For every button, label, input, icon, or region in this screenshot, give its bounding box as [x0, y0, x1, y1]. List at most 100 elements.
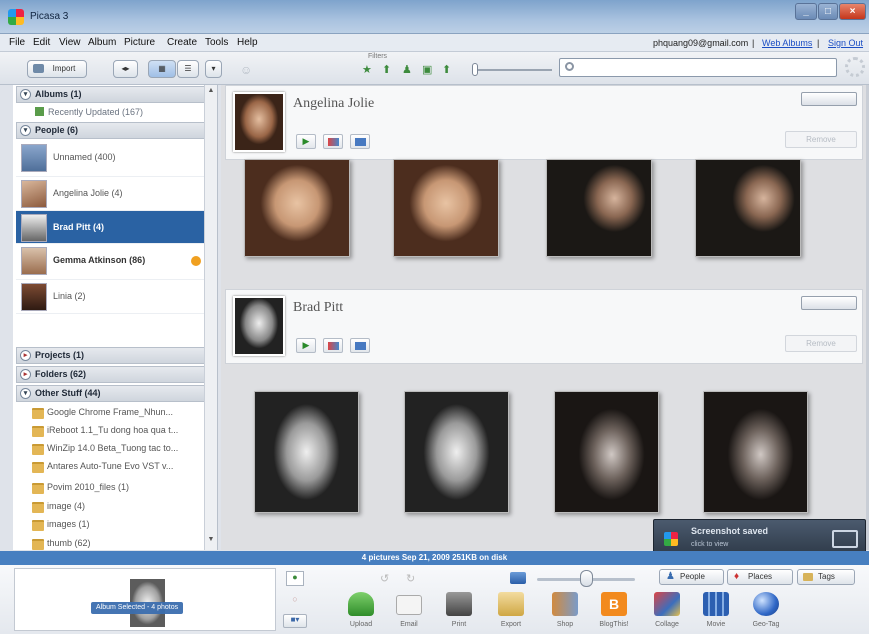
filter-geo-icon[interactable]: ⬆	[442, 63, 456, 77]
photo-thumbnail[interactable]	[703, 391, 808, 513]
people-filter-icon[interactable]: ☺	[240, 63, 262, 77]
tags-tab-button[interactable]: Tags	[797, 569, 855, 585]
photo-thumbnail[interactable]	[254, 391, 359, 513]
menu-help[interactable]: Help	[237, 37, 258, 48]
folder-item[interactable]: Povim 2010_files (1)	[32, 480, 212, 495]
person-brad-pitt[interactable]: Brad Pitt (4)	[16, 211, 205, 244]
person-linia[interactable]: Linia (2)	[16, 280, 205, 314]
movie-create-button[interactable]: Movie	[692, 566, 740, 634]
person-label: Linia (2)	[53, 291, 86, 301]
person-unnamed[interactable]: Unnamed (400)	[16, 141, 205, 177]
folder-item[interactable]: thumb (62)	[32, 536, 212, 551]
photo-thumbnail[interactable]	[546, 159, 652, 257]
collage-button[interactable]	[323, 134, 343, 149]
grid-view-button[interactable]: ▦	[148, 60, 176, 78]
list-view-button[interactable]: ☰	[177, 60, 199, 78]
movie-label: Movie	[706, 621, 726, 628]
view-toggle-button[interactable]: ◂▸	[113, 60, 138, 78]
filter-slider-handle[interactable]	[472, 63, 478, 76]
sign-out-link[interactable]: Sign Out	[828, 38, 863, 48]
shop-button[interactable]: Shop	[541, 566, 589, 634]
settings-gear-icon[interactable]	[845, 57, 865, 77]
filter-person-icon[interactable]: ♟	[402, 63, 416, 77]
menu-create[interactable]: Create	[167, 37, 197, 48]
close-button[interactable]: ×	[839, 3, 866, 20]
menu-album[interactable]: Album	[88, 37, 116, 48]
album-selected-label: Album Selected - 4 photos	[91, 602, 184, 614]
email-icon	[396, 595, 422, 615]
menu-edit[interactable]: Edit	[33, 37, 50, 48]
search-input[interactable]	[559, 58, 837, 77]
export-folder-icon	[498, 592, 524, 616]
photo-thumbnail[interactable]	[554, 391, 659, 513]
photo-thumbnail[interactable]	[393, 159, 499, 257]
album-recently-updated[interactable]: Recently Updated (167)	[35, 107, 224, 117]
minimize-button[interactable]: _	[795, 3, 817, 20]
folder-item[interactable]: Google Chrome Frame_Nhun...	[32, 405, 212, 420]
folder-item[interactable]: iReboot 1.1_Tu dong hoa qua t...	[32, 423, 212, 438]
filter-date-slider[interactable]	[474, 69, 552, 71]
sidebar-scrollbar[interactable]: ▲ ▼	[204, 85, 217, 550]
folder-item[interactable]: images (1)	[32, 517, 212, 532]
movie-film-icon	[703, 592, 729, 616]
menu-view[interactable]: View	[59, 37, 81, 48]
play-slideshow-button[interactable]: ▶	[296, 134, 316, 149]
collage-icon	[328, 342, 339, 350]
folders-section-header[interactable]: ▸ Folders (62)	[16, 366, 215, 383]
menu-file[interactable]: File	[9, 37, 25, 48]
print-button[interactable]: Print	[435, 566, 483, 634]
projects-section-header[interactable]: ▸ Projects (1)	[16, 347, 215, 364]
person-label: Brad Pitt (4)	[53, 222, 105, 232]
albums-section-header[interactable]: ▾ Albums (1)	[16, 86, 215, 103]
view-menu-button[interactable]: ▾	[205, 60, 222, 78]
tray-clear-button[interactable]: ○	[286, 594, 304, 606]
geotag-button[interactable]: Geo-Tag	[742, 566, 790, 634]
web-albums-link[interactable]: Web Albums	[762, 38, 812, 48]
tray-pin-button[interactable]: ●	[286, 571, 304, 586]
menu-tools[interactable]: Tools	[205, 37, 228, 48]
remove-button[interactable]: Remove	[785, 131, 857, 148]
view-size-toggle[interactable]	[801, 296, 857, 310]
upload-button[interactable]: Upload	[337, 566, 385, 634]
collage-button[interactable]	[323, 338, 343, 353]
avatar	[21, 180, 47, 208]
folder-item[interactable]: Antares Auto-Tune Evo VST v...	[32, 459, 212, 474]
maximize-button[interactable]: □	[818, 3, 838, 20]
blogger-icon: B	[601, 592, 627, 616]
photo-thumbnail[interactable]	[404, 391, 509, 513]
upload-label: Upload	[349, 621, 373, 628]
photo-tray-selection[interactable]: Album Selected - 4 photos	[14, 568, 276, 631]
shop-label: Shop	[556, 621, 574, 628]
filter-movie-icon[interactable]: ▣	[422, 63, 436, 77]
scroll-up-arrow-icon[interactable]: ▲	[206, 87, 216, 97]
person-gemma-atkinson[interactable]: Gemma Atkinson (86)	[16, 244, 205, 280]
view-size-toggle[interactable]	[801, 92, 857, 106]
photo-thumbnail[interactable]	[244, 159, 350, 257]
blogthis-button[interactable]: B BlogThis!	[590, 566, 638, 634]
email-button[interactable]: Email	[385, 566, 433, 634]
export-button[interactable]: Export	[487, 566, 535, 634]
folder-item[interactable]: WinZip 14.0 Beta_Tuong tac to...	[32, 441, 212, 456]
menu-picture[interactable]: Picture	[124, 37, 155, 48]
remove-button[interactable]: Remove	[785, 335, 857, 352]
people-section-header[interactable]: ▾ People (6)	[16, 122, 215, 139]
movie-button[interactable]	[350, 134, 370, 149]
tray-menu-button[interactable]: ■▾	[283, 614, 307, 628]
upload-icon	[348, 592, 374, 616]
import-button[interactable]: Import	[27, 60, 87, 78]
folder-item[interactable]: image (4)	[32, 499, 212, 514]
filter-upload-icon[interactable]: ⬆	[382, 63, 396, 77]
tags-tab-label: Tags	[818, 572, 835, 581]
person-group-header: Brad Pitt ▶ Remove	[225, 289, 863, 364]
collage-create-button[interactable]: Collage	[643, 566, 691, 634]
avatar	[21, 144, 47, 172]
separator: |	[817, 38, 820, 48]
filter-star-icon[interactable]: ★	[362, 63, 376, 77]
photo-thumbnail[interactable]	[695, 159, 801, 257]
play-slideshow-button[interactable]: ▶	[296, 338, 316, 353]
other-stuff-section-header[interactable]: ▾ Other Stuff (44)	[16, 385, 215, 402]
person-angelina-jolie[interactable]: Angelina Jolie (4)	[16, 177, 205, 211]
scroll-down-arrow-icon[interactable]: ▼	[206, 536, 216, 546]
email-label: Email	[400, 621, 418, 628]
movie-button[interactable]	[350, 338, 370, 353]
